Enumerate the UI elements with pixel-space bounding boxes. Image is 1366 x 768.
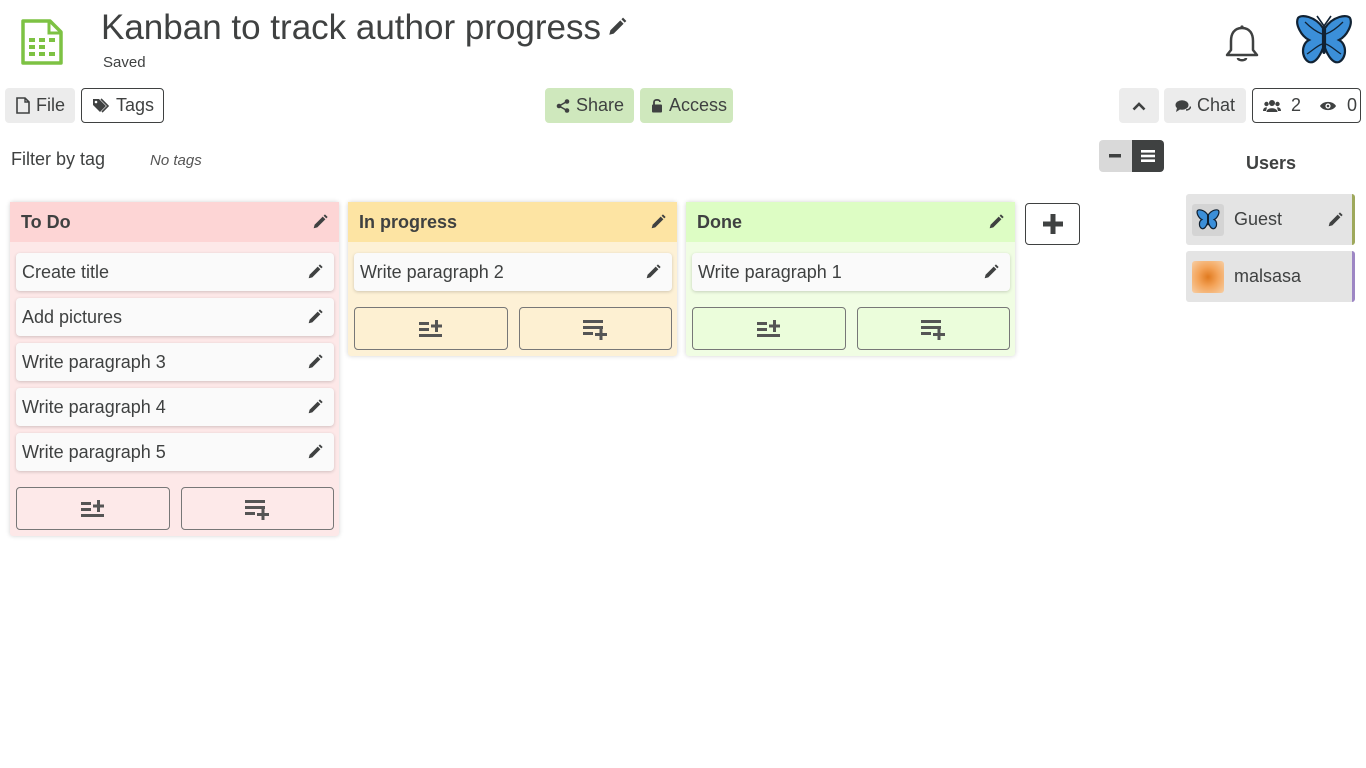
kanban-item[interactable]: Write paragraph 2: [354, 253, 672, 291]
share-button-label: Share: [576, 95, 625, 115]
user-malsasa[interactable]: malsasa: [1186, 251, 1355, 302]
butterfly-icon: [1196, 208, 1220, 229]
add-item-top-button[interactable]: [692, 307, 846, 350]
file-button-label: File: [36, 95, 66, 115]
board-in-progress: In progress Write paragraph 2: [348, 202, 677, 356]
add-item-bottom-button[interactable]: [518, 307, 672, 350]
add-item-top-icon: [418, 319, 442, 337]
item-label: Write paragraph 3: [22, 351, 166, 372]
kanban-item[interactable]: Create title: [16, 253, 334, 291]
lock-icon: [652, 99, 662, 113]
add-item-top-icon: [80, 499, 104, 517]
item-label: Add pictures: [22, 306, 123, 327]
edit-item-icon[interactable]: [306, 263, 324, 281]
board-title: In progress: [359, 211, 458, 232]
add-item-bottom-icon: [245, 499, 270, 520]
edit-board-icon[interactable]: [987, 213, 1005, 231]
share-button[interactable]: Share: [545, 88, 634, 123]
edit-item-icon[interactable]: [306, 398, 324, 416]
no-tags-text: No tags: [150, 152, 202, 169]
bars-icon: [1140, 150, 1155, 162]
guest-avatar: [1192, 203, 1224, 236]
add-item-top-icon: [756, 319, 780, 337]
kanban-item[interactable]: Add pictures: [16, 298, 334, 336]
edit-title-icon[interactable]: [606, 16, 628, 38]
page-title: Kanban to track author progress: [101, 8, 602, 47]
add-item-bottom-button[interactable]: [856, 307, 1010, 350]
minus-icon: [1109, 154, 1122, 158]
kanban-item[interactable]: Write paragraph 3: [16, 343, 334, 381]
edit-item-icon[interactable]: [982, 263, 1000, 281]
add-item-bottom-icon: [921, 319, 946, 340]
kanban-item[interactable]: Write paragraph 1: [692, 253, 1010, 291]
user-name: Guest: [1234, 209, 1283, 229]
add-item-top-button[interactable]: [354, 307, 508, 350]
malsasa-avatar: [1192, 260, 1224, 293]
view-toggle: [1099, 140, 1164, 172]
users-panel-title: Users: [1246, 153, 1297, 173]
kanban-item[interactable]: Write paragraph 4: [16, 388, 334, 426]
board-title: To Do: [21, 211, 71, 232]
user-guest[interactable]: Guest: [1186, 194, 1355, 245]
board-header: To Do: [10, 202, 339, 242]
file-icon: [16, 97, 30, 114]
board-actions: [354, 307, 672, 350]
users-icon: [1263, 99, 1281, 112]
item-label: Create title: [22, 261, 110, 282]
save-status: Saved: [103, 54, 146, 71]
board-actions: [16, 487, 334, 530]
add-board-button[interactable]: [1025, 203, 1080, 245]
item-label: Write paragraph 5: [22, 441, 166, 462]
add-item-bottom-button[interactable]: [180, 487, 334, 530]
add-item-bottom-icon: [583, 319, 608, 340]
board-actions: [692, 307, 1010, 350]
board-title: Done: [697, 211, 742, 232]
item-label: Write paragraph 4: [22, 396, 166, 417]
compact-view-button[interactable]: [1099, 140, 1132, 172]
kanban-item[interactable]: Write paragraph 5: [16, 433, 334, 471]
users-count: 2: [1291, 95, 1302, 115]
tags-button-label: Tags: [116, 95, 155, 115]
board-todo: To Do Create title Add pictures Write pa…: [10, 202, 339, 536]
board-header: Done: [686, 202, 1015, 242]
board-done: Done Write paragraph 1: [686, 202, 1015, 356]
edit-board-icon[interactable]: [311, 213, 329, 231]
edit-item-icon[interactable]: [306, 308, 324, 326]
file-button[interactable]: File: [5, 88, 75, 123]
list-view-button[interactable]: [1131, 140, 1164, 172]
chat-button[interactable]: Chat: [1164, 88, 1246, 123]
chat-button-label: Chat: [1197, 95, 1236, 115]
item-label: Write paragraph 1: [698, 261, 842, 282]
chevron-up-icon: [1132, 101, 1146, 110]
tags-icon: [93, 97, 110, 113]
edit-board-icon[interactable]: [649, 213, 667, 231]
collapse-toolbar-button[interactable]: [1119, 88, 1159, 123]
edit-user-icon[interactable]: [1326, 211, 1344, 229]
access-button-label: Access: [669, 95, 728, 115]
chat-icon: [1175, 99, 1191, 112]
plus-icon: [1042, 214, 1063, 234]
app-kanban-icon: [21, 19, 63, 65]
share-icon: [556, 98, 570, 113]
user-name: malsasa: [1234, 266, 1302, 286]
edit-item-icon[interactable]: [644, 263, 662, 281]
bell-icon[interactable]: [1224, 24, 1260, 64]
add-item-top-button[interactable]: [16, 487, 170, 530]
edit-item-icon[interactable]: [306, 443, 324, 461]
board-header: In progress: [348, 202, 677, 242]
viewers-count: 0: [1347, 95, 1358, 115]
user-list-button[interactable]: 2 0: [1252, 88, 1361, 123]
item-label: Write paragraph 2: [360, 261, 504, 282]
butterfly-avatar-icon[interactable]: [1295, 14, 1353, 68]
tags-button[interactable]: Tags: [81, 88, 164, 123]
filter-by-tag-label: Filter by tag: [11, 149, 106, 169]
eye-icon: [1320, 101, 1337, 110]
access-button[interactable]: Access: [640, 88, 733, 123]
edit-item-icon[interactable]: [306, 353, 324, 371]
